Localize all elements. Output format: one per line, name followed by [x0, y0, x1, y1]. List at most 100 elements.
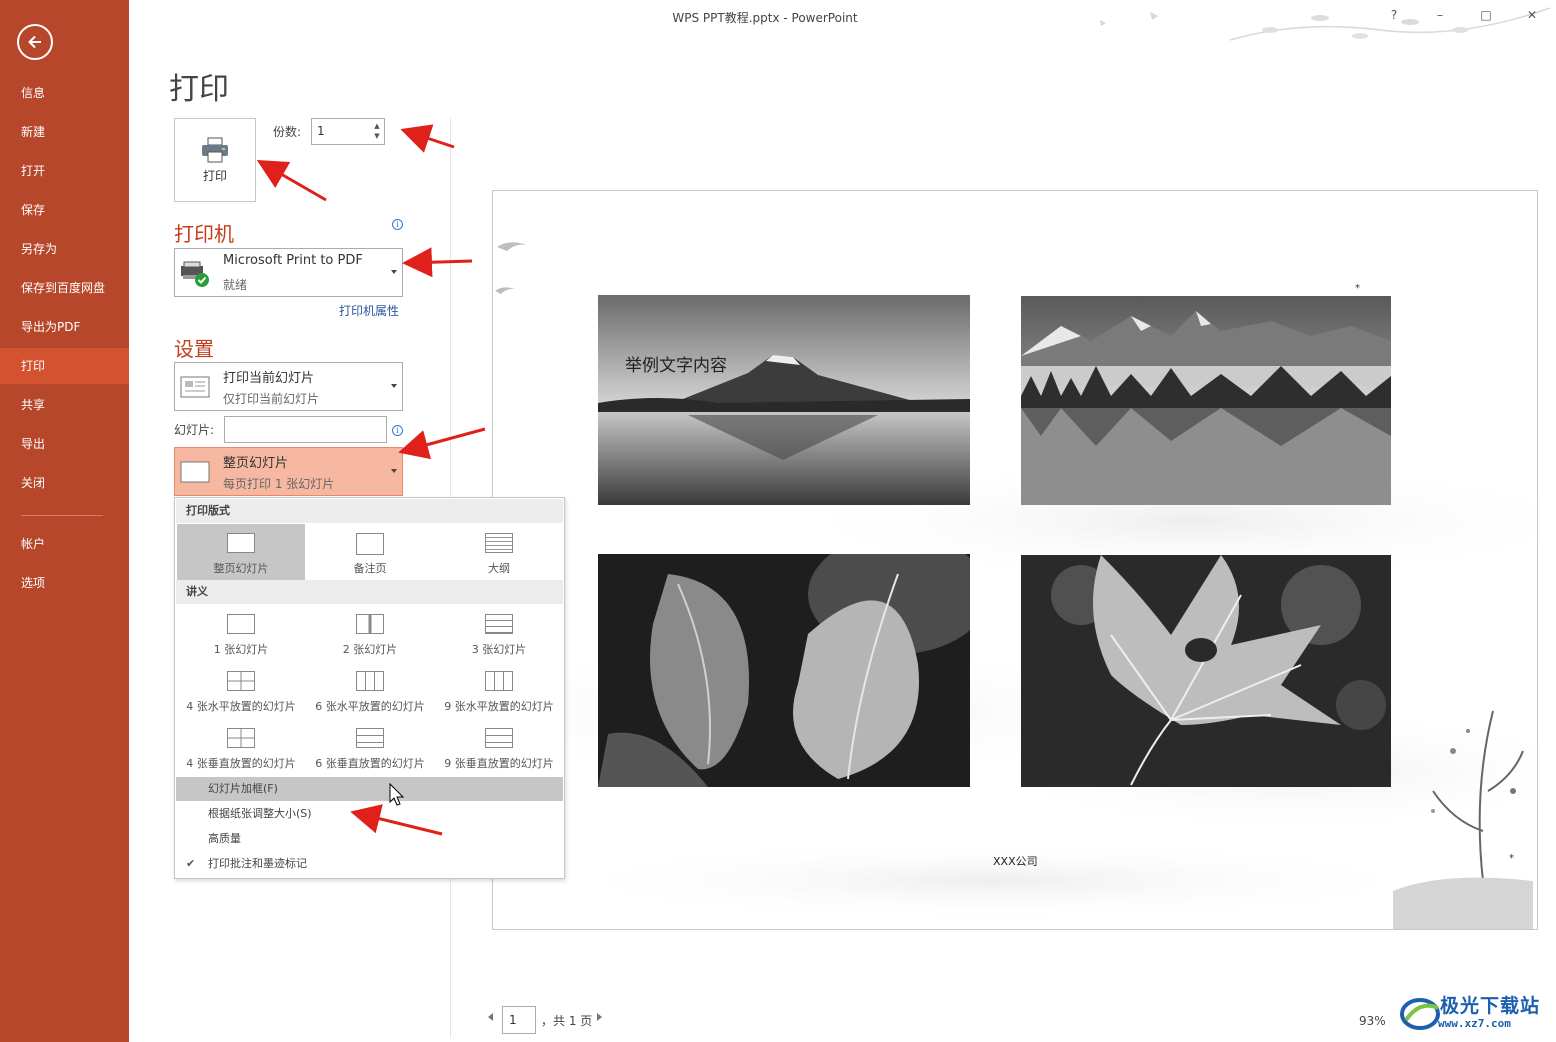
page-total: ，共 1 页	[541, 1014, 593, 1028]
nav-info[interactable]: 信息	[0, 75, 129, 111]
nav-save[interactable]: 保存	[0, 192, 129, 228]
printer-name: Microsoft Print to PDF	[223, 253, 363, 268]
nav-export-pdf[interactable]: 导出为PDF	[0, 309, 129, 345]
handout-3[interactable]: 3 张幻灯片	[435, 605, 563, 661]
nav-share[interactable]: 共享	[0, 387, 129, 423]
page-number-input[interactable]: 1	[502, 1006, 536, 1034]
slides-label: 幻灯片:	[174, 423, 215, 437]
handout-4v-icon	[227, 728, 255, 748]
layout-label: 整页幻灯片	[223, 456, 289, 471]
slide-photo-mountain	[598, 295, 970, 505]
option-scale-to-fit[interactable]: 根据纸张调整大小(S)	[176, 802, 563, 826]
chevron-down-icon	[391, 469, 397, 473]
handout-1-icon	[227, 614, 255, 634]
zoom-level[interactable]: 93%	[1359, 1014, 1386, 1028]
option-high-quality-label: 高质量	[208, 832, 241, 845]
copies-input[interactable]: 1 ▲ ▼	[311, 118, 385, 145]
print-range-dropdown[interactable]: 打印当前幻灯片 仅打印当前幻灯片	[174, 362, 403, 411]
slide-photo-leaves	[598, 554, 970, 787]
handout-2[interactable]: 2 张幻灯片	[306, 605, 434, 661]
handout-2-icon	[356, 614, 384, 634]
annotation-arrow	[402, 247, 473, 278]
copies-value: 1	[317, 124, 325, 138]
copies-label: 份数:	[273, 125, 302, 139]
printer-dropdown[interactable]: Microsoft Print to PDF 就绪	[174, 248, 403, 297]
handout-9v[interactable]: 9 张垂直放置的幻灯片	[435, 719, 563, 775]
option-high-quality[interactable]: 高质量	[176, 827, 563, 851]
nav-close[interactable]: 关闭	[0, 465, 129, 501]
nav-print[interactable]: 打印	[0, 348, 129, 384]
slides-info-icon[interactable]: i	[392, 425, 403, 436]
nav-options[interactable]: 选项	[0, 565, 129, 601]
nav-save-as[interactable]: 另存为	[0, 231, 129, 267]
printer-heading: 打印机	[174, 222, 234, 246]
layout-notes-page[interactable]: 备注页	[306, 524, 434, 580]
print-button[interactable]: 打印	[174, 118, 256, 202]
handout-1[interactable]: 1 张幻灯片	[177, 605, 305, 661]
option-print-comments[interactable]: ✔ 打印批注和墨迹标记	[176, 852, 563, 876]
full-slide-icon	[180, 461, 210, 483]
annotation-arrow	[398, 427, 486, 460]
maximize-button[interactable]: □	[1476, 5, 1496, 25]
nav-export[interactable]: 导出	[0, 426, 129, 462]
option-frame-slides-label: 幻灯片加框(F)	[208, 782, 278, 795]
annotation-arrow	[400, 124, 455, 153]
annotation-arrow	[256, 159, 327, 202]
handout-6h[interactable]: 6 张水平放置的幻灯片	[306, 662, 434, 718]
back-button[interactable]	[17, 24, 53, 60]
nav-new[interactable]: 新建	[0, 114, 129, 150]
handout-9h-label: 9 张水平放置的幻灯片	[444, 700, 554, 713]
watermark-url: www.xz7.com	[1438, 1017, 1511, 1030]
prev-page-icon[interactable]	[488, 1013, 493, 1021]
settings-heading: 设置	[174, 337, 214, 361]
layout-full-slide[interactable]: 整页幻灯片	[177, 524, 305, 580]
help-button[interactable]: ?	[1384, 5, 1404, 25]
handout-9v-icon	[485, 728, 513, 748]
checkmark-icon: ✔	[186, 857, 196, 870]
handout-4h-icon	[227, 671, 255, 691]
option-frame-slides[interactable]: 幻灯片加框(F)	[176, 777, 563, 801]
minimize-button[interactable]: –	[1430, 5, 1450, 25]
slide-text: 举例文字内容	[625, 356, 727, 376]
watermark-brand: 极光下载站	[1440, 995, 1541, 1017]
handout-4h-label: 4 张水平放置的幻灯片	[186, 700, 296, 713]
window-title: WPS PPT教程.pptx - PowerPoint	[672, 11, 858, 25]
layout-outline[interactable]: 大纲	[435, 524, 563, 580]
handout-4h[interactable]: 4 张水平放置的幻灯片	[177, 662, 305, 718]
handout-9h[interactable]: 9 张水平放置的幻灯片	[435, 662, 563, 718]
next-page-icon[interactable]	[597, 1013, 602, 1021]
handout-6v[interactable]: 6 张垂直放置的幻灯片	[306, 719, 434, 775]
handout-6h-label: 6 张水平放置的幻灯片	[315, 700, 425, 713]
nav-open[interactable]: 打开	[0, 153, 129, 189]
printer-icon	[202, 137, 228, 162]
copies-spinner[interactable]: ▲ ▼	[372, 121, 382, 142]
slide-company: XXX公司	[993, 855, 1038, 868]
page-title: 打印	[169, 72, 229, 107]
layout-menu: 打印版式 整页幻灯片 备注页 大纲 讲义 1 张幻灯片 2 张幻灯片 3 张幻灯…	[174, 497, 565, 879]
handout-1-label: 1 张幻灯片	[213, 643, 269, 656]
close-button[interactable]: ✕	[1522, 5, 1542, 25]
nav-account[interactable]: 帐户	[0, 526, 129, 562]
handout-3-icon	[485, 614, 513, 634]
chevron-down-icon	[391, 270, 397, 274]
nav-separator	[21, 515, 103, 516]
print-button-label: 打印	[202, 168, 227, 183]
slide-mark-bottom: *	[1509, 853, 1514, 864]
current-slide-icon	[180, 376, 210, 398]
print-preview: 举例文字内容 XXX公司 * *	[492, 190, 1538, 930]
notes-page-icon	[356, 533, 384, 555]
nav-save-baidu[interactable]: 保存到百度网盘	[0, 270, 129, 306]
printer-ready-icon	[181, 261, 209, 287]
handout-4v[interactable]: 4 张垂直放置的幻灯片	[177, 719, 305, 775]
layout-outline-label: 大纲	[488, 562, 510, 575]
printer-info-icon[interactable]: i	[392, 219, 403, 230]
handout-9v-label: 9 张垂直放置的幻灯片	[444, 757, 554, 770]
slides-input[interactable]	[224, 416, 387, 443]
print-range-label: 打印当前幻灯片	[223, 371, 315, 386]
handout-6v-label: 6 张垂直放置的幻灯片	[315, 757, 425, 770]
backstage-sidebar: 信息 新建 打开 保存 另存为 保存到百度网盘 导出为PDF 打印 共享 导出 …	[0, 0, 129, 1042]
handout-2-label: 2 张幻灯片	[342, 643, 398, 656]
layout-dropdown[interactable]: 整页幻灯片 每页打印 1 张幻灯片	[174, 447, 403, 496]
menu-group-layout: 打印版式	[176, 499, 563, 523]
printer-properties-link[interactable]: 打印机属性	[339, 302, 399, 319]
